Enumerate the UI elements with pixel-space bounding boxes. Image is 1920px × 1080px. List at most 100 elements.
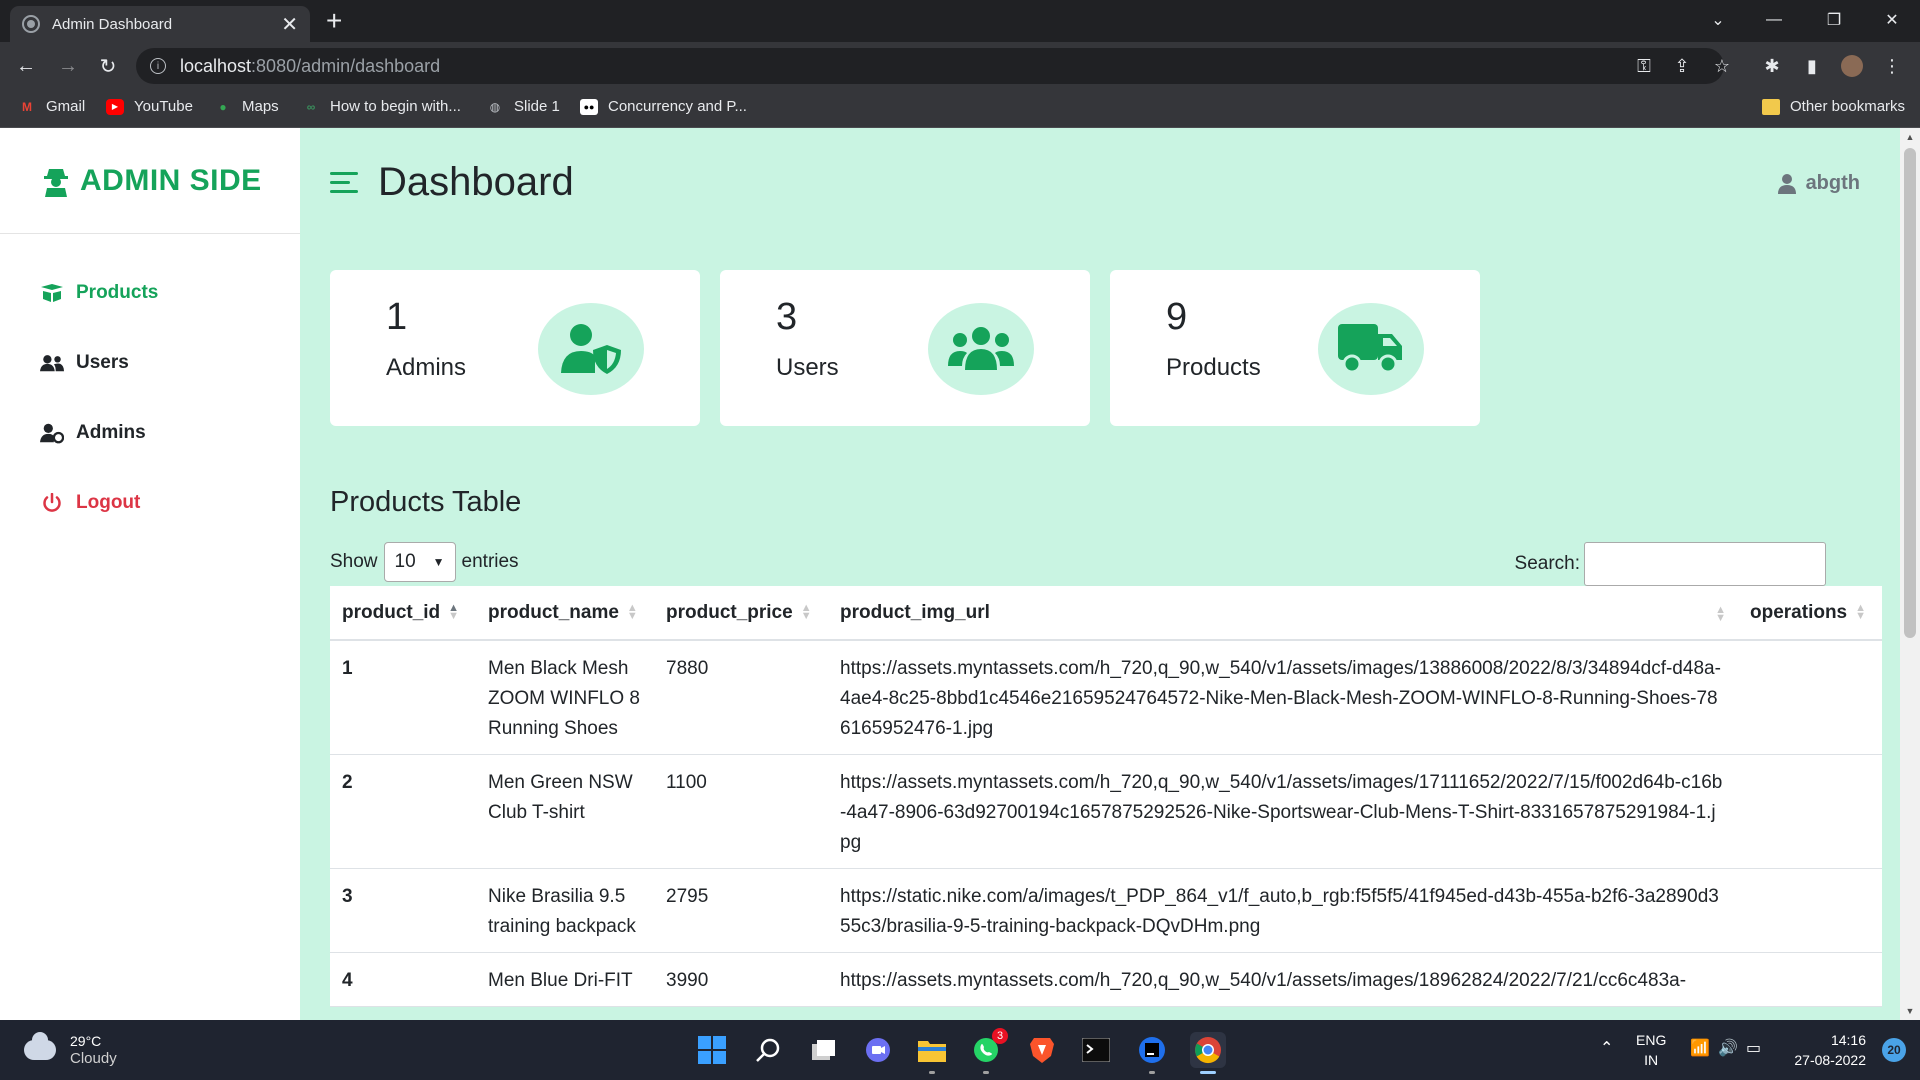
table-row: 4 Men Blue Dri-FIT 3990 https://assets.m… bbox=[330, 952, 1882, 1007]
bookmark-how-to-begin[interactable]: ∞ How to begin with... bbox=[302, 98, 461, 115]
search-label: Search: bbox=[1514, 553, 1580, 574]
cloud-icon bbox=[24, 1032, 56, 1060]
clock-time: 14:16 bbox=[1830, 1032, 1866, 1048]
side-panel-icon[interactable]: ▮ bbox=[1800, 54, 1824, 78]
scroll-up-arrow-icon[interactable]: ▲ bbox=[1900, 128, 1920, 146]
cell-product-name: Men Green NSW Club T-shirt bbox=[476, 754, 654, 869]
users-icon bbox=[40, 352, 64, 374]
tray-chevron-up-icon[interactable]: ⌃ bbox=[1600, 1038, 1613, 1058]
browser-tab-strip: Admin Dashboard ✕ + ⌄ — ❐ ✕ bbox=[0, 0, 1920, 42]
table-search: Search: bbox=[1515, 542, 1826, 586]
bookmark-youtube[interactable]: ▶ YouTube bbox=[106, 98, 193, 115]
menu-kebab-icon[interactable]: ⋮ bbox=[1880, 54, 1904, 78]
cell-product-img-url: https://assets.myntassets.com/h_720,q_90… bbox=[828, 754, 1738, 869]
cell-operations bbox=[1738, 754, 1882, 869]
sidebar-item-logout[interactable]: Logout bbox=[0, 468, 300, 538]
column-label: product_id bbox=[342, 601, 441, 623]
sidebar-item-label: Admins bbox=[76, 422, 146, 443]
sidebar-item-products[interactable]: Products bbox=[0, 258, 300, 328]
start-button[interactable] bbox=[694, 1032, 730, 1068]
admins-label: Admins bbox=[386, 354, 467, 381]
tab-search-icon[interactable]: ⌄ bbox=[1690, 0, 1746, 40]
volume-icon[interactable]: 🔊 bbox=[1718, 1038, 1738, 1058]
table-header-row: product_id ▲ ▼ product_name ▲ ▼ product_pric… bbox=[330, 586, 1882, 641]
new-tab-button[interactable]: + bbox=[326, 6, 342, 36]
brand[interactable]: ADMIN SIDE bbox=[0, 128, 300, 234]
bookmark-gmail[interactable]: M Gmail bbox=[18, 98, 85, 115]
search-icon[interactable] bbox=[750, 1032, 786, 1068]
taskbar: 29°C Cloudy 3 ⌃ ENG IN 📶 🔊 ▭ 14:16 27-08… bbox=[0, 1020, 1920, 1080]
address-bar[interactable]: i localhost:8080/admin/dashboard bbox=[136, 48, 1724, 84]
system-clock[interactable]: 14:16 27-08-2022 bbox=[1794, 1030, 1866, 1070]
cell-product-name: Men Black Mesh ZOOM WINFLO 8 Running Sho… bbox=[476, 640, 654, 755]
close-tab-icon[interactable]: ✕ bbox=[281, 12, 298, 37]
address-bar-row: ← → ↻ i localhost:8080/admin/dashboard ⚿… bbox=[0, 42, 1920, 90]
search-input[interactable] bbox=[1584, 542, 1826, 586]
clock-date: 27-08-2022 bbox=[1794, 1052, 1866, 1068]
page-size-value: 10 bbox=[394, 551, 416, 572]
bookmark-star-icon[interactable]: ☆ bbox=[1710, 54, 1734, 78]
restore-button[interactable]: ❐ bbox=[1806, 0, 1862, 40]
sidebar-item-users[interactable]: Users bbox=[0, 328, 300, 398]
terminal-icon[interactable] bbox=[1078, 1032, 1114, 1068]
share-icon[interactable]: ⇪ bbox=[1670, 54, 1694, 78]
battery-icon[interactable]: ▭ bbox=[1746, 1038, 1761, 1058]
scroll-down-arrow-icon[interactable]: ▼ bbox=[1900, 1002, 1920, 1020]
cell-product-name: Men Blue Dri-FIT bbox=[476, 952, 654, 1007]
bookmark-concurrency[interactable]: ●● Concurrency and P... bbox=[580, 98, 747, 115]
username: abgth bbox=[1805, 172, 1860, 194]
file-explorer-icon[interactable] bbox=[914, 1032, 950, 1074]
bookmark-label: YouTube bbox=[134, 98, 193, 115]
back-button[interactable]: ← bbox=[12, 52, 40, 80]
close-window-button[interactable]: ✕ bbox=[1864, 0, 1920, 40]
user-menu[interactable]: abgth bbox=[1777, 172, 1860, 195]
sidebar-item-admins[interactable]: Admins bbox=[0, 398, 300, 468]
bookmark-maps[interactable]: ● Maps bbox=[214, 98, 278, 115]
wifi-icon[interactable]: 📶 bbox=[1690, 1038, 1710, 1058]
brave-browser-icon[interactable] bbox=[1024, 1032, 1060, 1068]
reload-button[interactable]: ↻ bbox=[94, 52, 122, 80]
whatsapp-icon[interactable]: 3 bbox=[968, 1028, 1008, 1074]
globe-icon: ◍ bbox=[489, 99, 501, 114]
cell-product-img-url: https://static.nike.com/a/images/t_PDP_8… bbox=[828, 868, 1738, 953]
scrollbar-thumb[interactable] bbox=[1904, 148, 1916, 638]
column-header-product-name[interactable]: product_name ▲ ▼ bbox=[476, 586, 654, 641]
weather-widget[interactable]: 29°C Cloudy bbox=[24, 1032, 117, 1068]
other-bookmarks[interactable]: Other bookmarks bbox=[1762, 98, 1905, 115]
bookmark-label: Slide 1 bbox=[514, 98, 560, 115]
products-label: Products bbox=[1166, 354, 1261, 381]
column-header-product-img-url[interactable]: product_img_url ▲ ▼ bbox=[828, 586, 1738, 641]
admins-card: 1 Admins bbox=[330, 270, 700, 426]
forward-button[interactable]: → bbox=[54, 52, 82, 80]
column-header-operations[interactable]: operations ▲ ▼ bbox=[1738, 586, 1882, 641]
cell-product-img-url: https://assets.myntassets.com/h_720,q_90… bbox=[828, 952, 1738, 1007]
task-view-icon[interactable] bbox=[806, 1032, 842, 1068]
cell-product-id: 4 bbox=[330, 952, 476, 1007]
users-label: Users bbox=[776, 354, 839, 381]
bookmark-label: Gmail bbox=[46, 98, 86, 115]
sort-icon: ▲ ▼ bbox=[1715, 604, 1726, 624]
info-icon[interactable]: i bbox=[150, 58, 166, 74]
bookmarks-bar: M Gmail ▶ YouTube ● Maps ∞ How to begin … bbox=[0, 90, 1920, 128]
language-indicator[interactable]: ENG IN bbox=[1636, 1030, 1666, 1070]
goland-ide-icon[interactable] bbox=[1134, 1032, 1170, 1074]
notification-count-badge[interactable]: 20 bbox=[1882, 1038, 1906, 1062]
page-scrollbar[interactable]: ▲ ▼ bbox=[1900, 128, 1920, 1020]
minimize-button[interactable]: — bbox=[1746, 0, 1802, 40]
column-header-product-price[interactable]: product_price ▲ ▼ bbox=[654, 586, 828, 641]
column-header-product-id[interactable]: product_id ▲ ▼ bbox=[330, 586, 476, 641]
profile-avatar[interactable] bbox=[1840, 54, 1864, 78]
extensions-icon[interactable]: ✱ bbox=[1760, 54, 1784, 78]
cell-product-price: 3990 bbox=[654, 952, 828, 1007]
products-table: product_id ▲ ▼ product_name ▲ ▼ product_pric… bbox=[330, 586, 1882, 1007]
user-secret-icon bbox=[44, 168, 68, 197]
menu-toggle-icon[interactable] bbox=[330, 172, 358, 196]
page-size-select[interactable]: 10 ▼ bbox=[383, 542, 456, 582]
sort-asc-icon: ▲ ▼ bbox=[448, 602, 460, 623]
chrome-icon[interactable] bbox=[1190, 1032, 1226, 1074]
medium-icon: ●● bbox=[580, 98, 598, 115]
teams-chat-icon[interactable] bbox=[860, 1032, 896, 1068]
key-icon[interactable]: ⚿ bbox=[1632, 54, 1656, 78]
bookmark-slide-1[interactable]: ◍ Slide 1 bbox=[486, 98, 560, 115]
browser-tab[interactable]: Admin Dashboard ✕ bbox=[10, 6, 310, 42]
